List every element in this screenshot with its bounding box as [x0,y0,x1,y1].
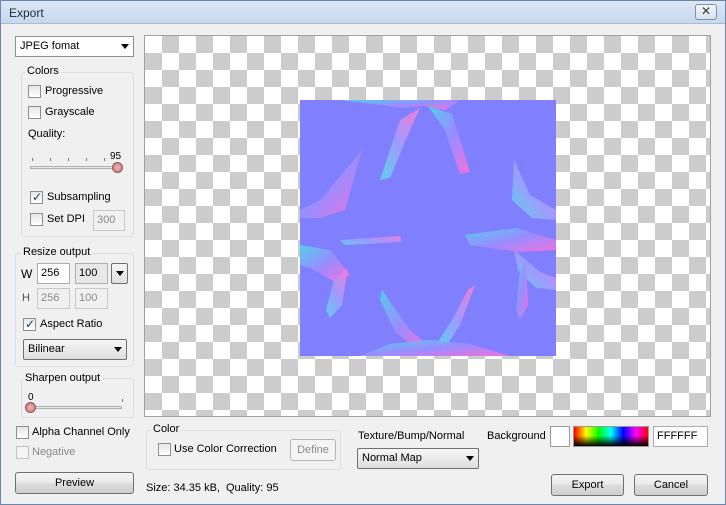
quality-tick [50,158,51,161]
close-icon: ✕ [700,4,712,18]
sharpen-slider-thumb[interactable] [24,402,36,413]
resize-group-label: Resize output [21,246,93,258]
resample-filter-select[interactable]: Bilinear [23,339,127,360]
define-button-label: Define [297,444,329,456]
color-group-label: Color [151,423,182,435]
define-button[interactable]: Define [290,439,336,461]
normal-map-image [300,100,556,356]
subsampling-label: Subsampling [47,191,111,203]
dpi-value: 300 [97,214,116,226]
grayscale-checkbox[interactable] [28,106,41,119]
sharpen-tick [122,399,123,402]
quality-label: Quality: [28,128,66,140]
cancel-button-label: Cancel [653,479,689,491]
texture-type-value: Normal Map [362,452,422,464]
preview-button-label: Preview [54,477,95,489]
background-hex-value: FFFFFF [657,430,698,442]
quality-slider-thumb[interactable] [111,162,123,173]
quality-tick [86,158,87,161]
background-hex-input[interactable]: FFFFFF [653,426,708,447]
chevron-down-icon [121,44,129,49]
preview-button[interactable]: Preview [15,472,134,494]
use-color-correction-checkbox[interactable] [158,443,171,456]
preview-canvas[interactable] [144,35,711,417]
aspect-ratio-checkbox[interactable] [23,317,36,331]
format-select-value: JPEG fomat [20,40,80,52]
quality-tick [32,158,33,161]
height-percent-value: 100 [79,292,98,304]
chevron-down-icon [114,347,122,352]
alpha-channel-only-label: Alpha Channel Only [32,426,130,438]
width-input[interactable]: 256 [37,263,70,284]
status-size: Size: 34.35 kB, [146,482,220,494]
progressive-label: Progressive [45,85,104,97]
export-dialog: Export ✕ JPEG fomat Colors Progressive G… [0,0,726,505]
title-bar: Export ✕ [1,1,725,24]
width-percent-value: 100 [79,267,98,279]
quality-tick [104,158,105,161]
status-quality: Quality: 95 [226,482,279,494]
chevron-down-icon [466,456,474,461]
dpi-input[interactable]: 300 [93,210,125,231]
sharpen-group [21,378,134,418]
quality-value: 95 [110,151,122,162]
texture-type-select[interactable]: Normal Map [357,448,479,469]
resample-filter-value: Bilinear [28,343,65,355]
resize-unit-dropdown[interactable] [111,263,128,284]
width-label: W [21,267,33,281]
background-label: Background [487,430,546,442]
negative-checkbox[interactable] [16,446,29,459]
height-label: H [22,292,30,304]
height-input[interactable]: 256 [37,288,70,309]
alpha-channel-only-checkbox[interactable] [16,426,29,439]
export-button[interactable]: Export [551,474,624,496]
set-dpi-checkbox[interactable] [30,213,43,226]
grayscale-label: Grayscale [45,106,95,118]
height-percent-input[interactable]: 100 [75,288,108,309]
colors-group-label: Colors [25,65,61,77]
use-color-correction-label: Use Color Correction [174,443,277,455]
width-value: 256 [41,267,60,279]
subsampling-checkbox[interactable] [30,190,43,204]
progressive-checkbox[interactable] [28,85,41,98]
export-button-label: Export [571,479,604,491]
texture-label: Texture/Bump/Normal [358,430,465,442]
close-button[interactable]: ✕ [695,4,717,20]
format-select[interactable]: JPEG fomat [15,36,134,57]
quality-tick [68,158,69,161]
chevron-down-icon [116,271,124,276]
cancel-button[interactable]: Cancel [634,474,708,496]
width-percent-input[interactable]: 100 [75,263,108,284]
negative-label: Negative [32,446,76,458]
window-title: Export [9,6,44,20]
set-dpi-label: Set DPI [47,213,85,225]
sharpen-slider-track[interactable] [30,406,122,409]
normal-map-pattern [300,100,556,356]
color-spectrum-picker[interactable] [573,426,649,447]
aspect-ratio-label: Aspect Ratio [40,318,103,330]
quality-slider-track[interactable] [30,166,122,169]
height-value: 256 [41,292,60,304]
sharpen-group-label: Sharpen output [23,372,103,384]
background-color-swatch[interactable] [550,426,570,447]
